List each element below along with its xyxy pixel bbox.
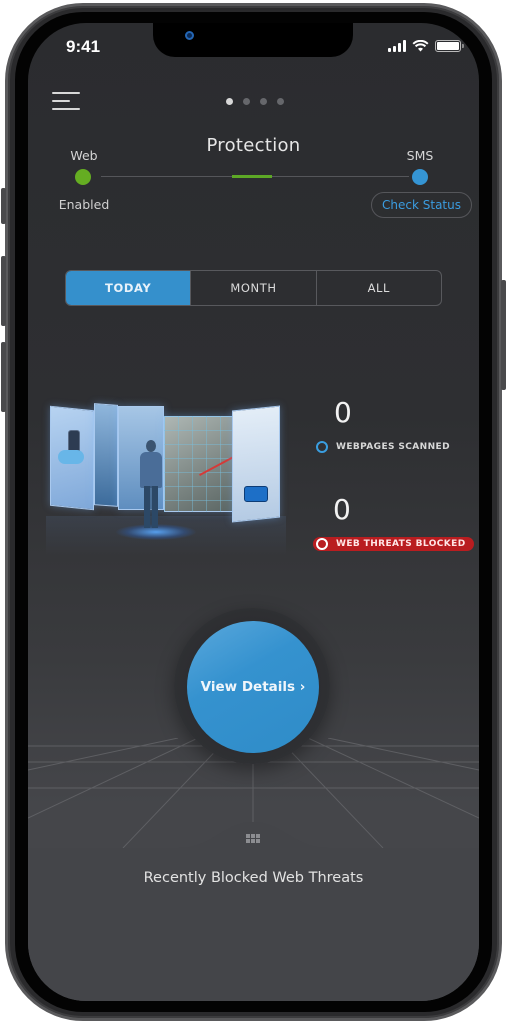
silent-switch (1, 188, 6, 224)
notch (153, 23, 353, 57)
hamburger-menu-icon[interactable] (52, 90, 80, 112)
web-panel (232, 405, 280, 523)
webpages-scanned-legend: WEBPAGES SCANNED (316, 441, 450, 453)
screen: 9:41 Protection Web SMS Enabled Check St… (28, 23, 479, 1001)
web-threats-blocked-count: 0 (333, 493, 351, 526)
webpages-scanned-label: WEBPAGES SCANNED (336, 442, 450, 452)
tablet-image (244, 486, 268, 502)
ring-icon (316, 441, 328, 453)
volume-down-button (1, 342, 6, 412)
page-dot[interactable] (226, 98, 233, 105)
bottom-sheet-title[interactable]: Recently Blocked Web Threats (28, 870, 479, 886)
sms-label: SMS (406, 148, 434, 163)
signal-icon (388, 40, 406, 52)
person-figure (138, 440, 164, 530)
battery-icon (435, 40, 464, 52)
page-dot[interactable] (260, 98, 267, 105)
status-time: 9:41 (66, 37, 101, 56)
protection-track-indicator (232, 175, 272, 178)
status-icons (388, 40, 464, 52)
camera-icon (185, 31, 194, 40)
grid-overlay (164, 416, 236, 512)
web-protection-illustration (46, 398, 286, 558)
wifi-icon (412, 40, 429, 52)
period-tabs: TODAY MONTH ALL (65, 270, 442, 306)
page-dot[interactable] (243, 98, 250, 105)
power-button (501, 280, 506, 390)
web-status-text: Enabled (58, 197, 110, 212)
page-dot[interactable] (277, 98, 284, 105)
tab-all[interactable]: ALL (317, 271, 441, 305)
grid-handle-icon[interactable] (246, 834, 260, 843)
web-panel (94, 403, 118, 507)
webpages-scanned-count: 0 (334, 396, 352, 429)
sms-status-dot (412, 169, 428, 185)
volume-up-button (1, 256, 6, 326)
tab-month[interactable]: MONTH (191, 271, 317, 305)
tab-today[interactable]: TODAY (66, 271, 192, 305)
page-indicator (226, 98, 284, 105)
view-details-button[interactable]: View Details › (187, 621, 319, 753)
web-status-dot (75, 169, 91, 185)
ring-icon (316, 538, 328, 550)
cloud-image (58, 450, 84, 464)
web-threats-blocked-label: WEB THREATS BLOCKED (336, 539, 466, 549)
web-label: Web (70, 148, 98, 163)
web-threats-blocked-legend: WEB THREATS BLOCKED (313, 537, 474, 551)
check-status-button[interactable]: Check Status (371, 192, 472, 218)
